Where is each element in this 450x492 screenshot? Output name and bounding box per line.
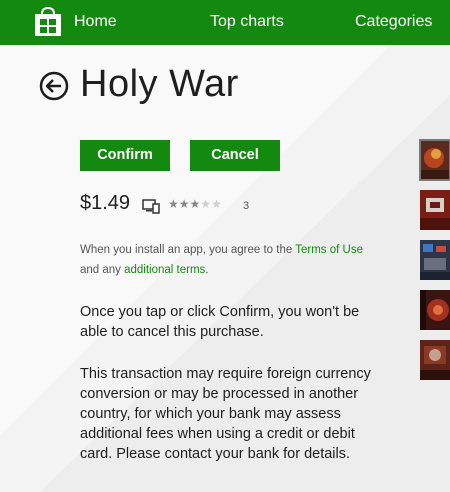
star-filled-icon: ★ xyxy=(189,197,201,211)
legal-text-2: and any xyxy=(80,264,125,276)
cancel-notice: Once you tap or click Confirm, you won't… xyxy=(80,304,360,340)
cancel-button[interactable]: Cancel xyxy=(190,140,280,171)
legal-text-1: When you install an app, you agree to th… xyxy=(80,244,296,256)
terms-of-use-link[interactable]: Terms of Use xyxy=(295,244,363,256)
rating-count: 3 xyxy=(243,200,250,212)
legal-text-3: . xyxy=(205,264,209,276)
confirm-button[interactable]: Confirm xyxy=(80,140,170,171)
additional-terms-link[interactable]: additional terms xyxy=(124,264,205,276)
star-filled-icon: ★ xyxy=(178,197,190,211)
star-empty-icon: ★ xyxy=(211,197,222,211)
star-empty-icon: ★ xyxy=(200,197,212,211)
screenshot-thumbnail-4[interactable] xyxy=(420,290,450,330)
top-nav-bar: Home Top charts Categories xyxy=(0,0,450,45)
legal-notice: When you install an app, you agree to th… xyxy=(80,240,400,280)
screenshot-thumbnail-1[interactable] xyxy=(419,139,450,181)
pc-device-icon xyxy=(142,199,160,214)
nav-top-charts[interactable]: Top charts xyxy=(210,13,284,31)
screenshot-thumbnail-3[interactable] xyxy=(420,240,450,280)
screenshot-thumbnail-5[interactable] xyxy=(420,340,450,380)
currency-notice: This transaction may require foreign cur… xyxy=(80,366,371,462)
store-bag-icon[interactable] xyxy=(34,7,62,37)
screenshot-thumbnail-2[interactable] xyxy=(420,190,450,230)
back-arrow-icon[interactable] xyxy=(39,71,69,101)
nav-categories[interactable]: Categories xyxy=(355,13,432,31)
star-filled-icon: ★ xyxy=(168,197,179,211)
app-title: Holy War xyxy=(80,63,239,105)
nav-home[interactable]: Home xyxy=(74,13,117,31)
star-rating: ★★★★★ xyxy=(168,197,222,211)
app-price: $1.49 xyxy=(80,192,131,214)
